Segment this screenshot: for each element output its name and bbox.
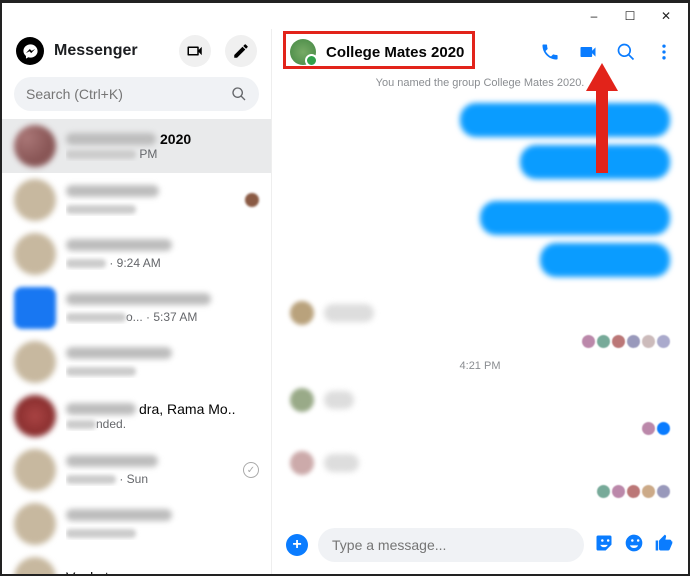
outgoing-message[interactable] [460,103,670,137]
voice-call-button[interactable] [540,42,560,62]
conversation-item[interactable]: Venkates [2,551,271,574]
app-title: Messenger [54,42,165,60]
search-conversation-button[interactable] [616,42,636,62]
video-call-header-button[interactable] [179,35,211,67]
avatar [14,503,56,545]
avatar [14,287,56,329]
messenger-logo-icon [16,37,44,65]
window-maximize-button[interactable]: ☐ [612,3,648,29]
video-call-button[interactable] [578,42,598,62]
avatar [14,233,56,275]
like-button[interactable] [654,533,674,558]
incoming-message[interactable] [290,451,670,475]
message-input-wrapper[interactable] [318,528,584,562]
incoming-message[interactable] [290,301,670,325]
search-icon [231,86,247,102]
conversation-item[interactable]: 2020 PM [2,119,271,173]
chat-pane: College Mates 2020 You named the group C… [272,29,688,574]
avatar [14,341,56,383]
avatar [14,125,56,167]
window-minimize-button[interactable]: – [576,3,612,29]
group-avatar[interactable] [290,39,316,65]
conversation-item[interactable]: · 9:24 AM [2,227,271,281]
conversation-item[interactable] [2,497,271,551]
system-message: You named the group College Mates 2020. [290,77,670,89]
conversation-item[interactable]: o... · 5:37 AM [2,281,271,335]
avatar [14,179,56,221]
more-options-button[interactable] [654,42,674,62]
outgoing-message[interactable] [540,243,670,277]
conversation-item[interactable] [2,173,271,227]
message-input[interactable] [332,537,570,553]
seen-indicators [642,422,670,435]
composer: + [272,520,688,574]
search-input[interactable] [26,86,231,102]
seen-indicators [597,485,670,498]
conversation-list: 2020 PM · 9:24 AM o... · 5:37 AM [2,119,271,574]
outgoing-message[interactable] [520,145,670,179]
search-input-wrapper[interactable] [14,77,259,111]
delivered-icon: ✓ [243,462,259,478]
outgoing-message[interactable] [480,201,670,235]
timestamp: 4:21 PM [290,360,670,372]
conversation-item[interactable]: dra, Rama Mo.. nded. [2,389,271,443]
message-list: You named the group College Mates 2020. … [272,73,688,520]
avatar [14,449,56,491]
sidebar: Messenger 2020 PM [2,29,272,574]
new-message-button[interactable] [225,35,257,67]
chat-title[interactable]: College Mates 2020 [326,44,530,61]
conversation-item[interactable]: · Sun ✓ [2,443,271,497]
incoming-message[interactable] [290,388,670,412]
status-badge [245,193,259,207]
window-close-button[interactable]: ✕ [648,3,684,29]
sticker-button[interactable] [594,533,614,558]
emoji-button[interactable] [624,533,644,558]
chat-header: College Mates 2020 [272,29,688,73]
conversation-item[interactable] [2,335,271,389]
add-attachment-button[interactable]: + [286,534,308,556]
seen-indicators [582,335,670,348]
window-titlebar: – ☐ ✕ [2,3,688,29]
avatar [14,557,56,574]
avatar [14,395,56,437]
